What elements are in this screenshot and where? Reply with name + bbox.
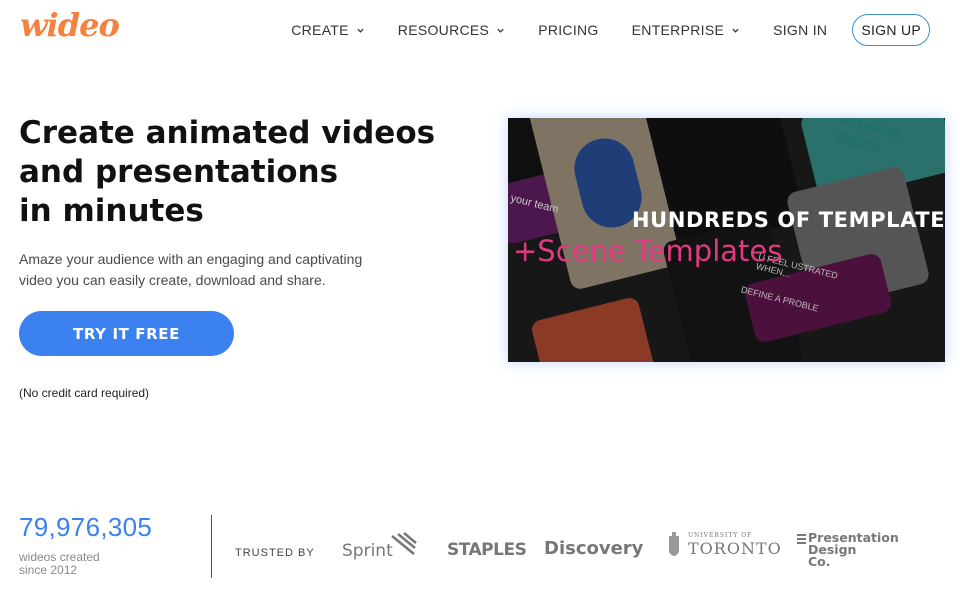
- sprint-wordmark: Sprint: [342, 541, 393, 561]
- staples-wordmark: STAPLES: [447, 540, 527, 560]
- nav-pricing-label: PRICING: [538, 22, 599, 38]
- pdc-line: Co.: [808, 554, 831, 569]
- toronto-wordmark: TORONTO: [688, 539, 782, 558]
- signup-button[interactable]: SIGN UP: [852, 14, 930, 46]
- nav-create-label: CREATE: [291, 22, 349, 38]
- wideos-created-count: 79,976,305: [19, 512, 153, 542]
- hero-title: Create animated videos and presentations…: [19, 114, 439, 231]
- wideo-logo[interactable]: wideo: [20, 6, 120, 44]
- nav-enterprise[interactable]: ENTERPRISE: [632, 22, 740, 38]
- toronto-logo: UNIVERSITY OF TORONTO: [688, 532, 782, 559]
- no-credit-card-note: (No credit card required): [19, 386, 150, 400]
- hero-title-line: Create animated videos: [19, 115, 436, 151]
- video-subheadline: +Scene Templates: [513, 234, 783, 268]
- presentation-design-co-logo: Presentation Design Co.: [808, 531, 899, 569]
- university-crest-icon: [669, 532, 679, 556]
- nav-create[interactable]: CREATE: [291, 22, 365, 38]
- hero-subtitle: Amaze your audience with an engaging and…: [19, 249, 369, 291]
- sprint-logo: Sprint: [342, 541, 393, 561]
- chevron-down-icon: [497, 28, 504, 33]
- nav-enterprise-label: ENTERPRISE: [631, 22, 725, 38]
- discovery-wordmark: Discovery: [544, 538, 644, 559]
- chevron-down-icon: [732, 28, 739, 33]
- staples-logo: STAPLES: [447, 540, 527, 560]
- stats-divider: [211, 515, 212, 578]
- presentation-design-icon: [797, 534, 806, 544]
- stats-label-line: since 2012: [19, 563, 78, 577]
- nav-signin[interactable]: SIGN IN: [773, 22, 827, 38]
- hero-video-player[interactable]: Product Name your team U FEEL USTRATED W…: [508, 118, 945, 362]
- nav-signin-label: SIGN IN: [773, 22, 828, 38]
- nav-pricing[interactable]: PRICING: [538, 22, 598, 38]
- wideos-created-label: wideos created since 2012: [19, 551, 129, 577]
- nav-resources[interactable]: RESOURCES: [398, 22, 505, 38]
- hero-subtitle-line: video you can easily create, download an…: [19, 272, 326, 288]
- try-it-free-button[interactable]: TRY IT FREE: [19, 311, 234, 356]
- main-nav: CREATE RESOURCES PRICING ENTERPRISE SIGN…: [291, 14, 930, 46]
- hero-subtitle-line: Amaze your audience with an engaging and…: [19, 251, 363, 267]
- discovery-logo: Discovery: [544, 538, 643, 559]
- hero-title-line: and presentations: [19, 154, 339, 190]
- stats-label-line: wideos created: [19, 550, 100, 564]
- video-headline: HUNDREDS OF TEMPLATES: [632, 208, 945, 232]
- hero-title-line: in minutes: [19, 193, 204, 229]
- nav-resources-label: RESOURCES: [397, 22, 490, 38]
- sprint-swoosh-icon: [391, 532, 417, 555]
- toronto-university-of: UNIVERSITY OF: [688, 532, 753, 539]
- trusted-by-label: TRUSTED BY: [235, 547, 315, 559]
- chevron-down-icon: [357, 28, 364, 33]
